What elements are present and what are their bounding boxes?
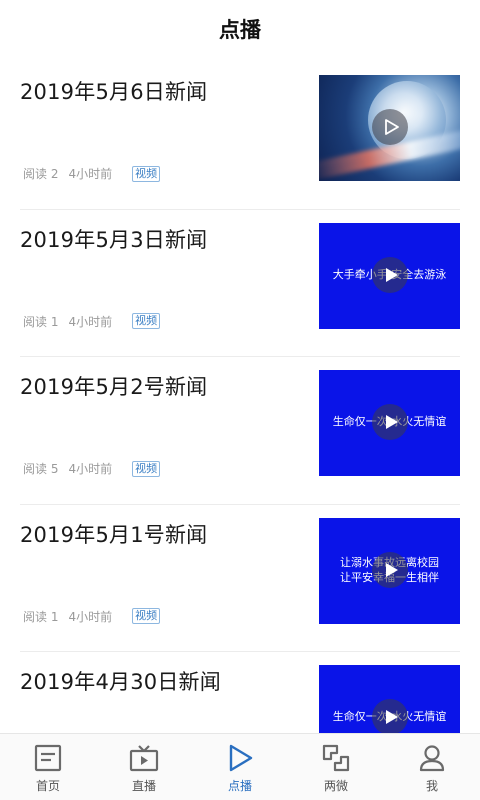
app-root: 点播 2019年5月6日新闻 阅读 2 4小时前 视频 2019年5月3日新闻 … <box>0 0 480 800</box>
list-item[interactable]: 2019年5月3日新闻 阅读 1 4小时前 视频 大手牵小手 安全去游泳 <box>20 210 460 357</box>
list-item[interactable]: 2019年4月30日新闻 生命仅一次 水火无情谊 <box>20 652 460 734</box>
read-count: 阅读 1 <box>23 609 59 624</box>
item-title[interactable]: 2019年5月1号新闻 <box>20 519 207 549</box>
item-meta: 阅读 5 4小时前 视频 <box>23 460 161 477</box>
tab-label: 首页 <box>35 779 60 793</box>
video-badge: 视频 <box>132 165 161 182</box>
item-title[interactable]: 2019年5月3日新闻 <box>20 224 207 254</box>
publish-time: 4小时前 <box>68 167 113 181</box>
play-icon <box>384 119 399 135</box>
news-icon <box>32 742 64 774</box>
tab-social[interactable]: 两微 <box>288 734 384 800</box>
video-thumbnail[interactable]: 生命仅一次 水火无情谊 <box>319 665 460 734</box>
list-item[interactable]: 2019年5月2号新闻 阅读 5 4小时前 视频 生命仅一次 水火无情谊 <box>20 357 460 505</box>
read-count: 阅读 5 <box>23 462 59 476</box>
publish-time: 4小时前 <box>68 462 113 476</box>
tab-label: 我 <box>425 779 438 793</box>
video-thumbnail[interactable]: 让溺水事故远离校园 让平安幸福一生相伴 <box>319 517 460 624</box>
page-title: 点播 <box>219 18 261 42</box>
tab-label: 两微 <box>323 779 348 793</box>
play-icon <box>224 742 256 774</box>
read-count: 阅读 2 <box>23 167 59 181</box>
video-badge: 视频 <box>132 460 161 477</box>
tab-vod[interactable]: 点播 <box>192 734 288 800</box>
tab-home[interactable]: 首页 <box>0 734 96 800</box>
publish-time: 4小时前 <box>68 609 113 624</box>
bottom-tab-bar: 首页 直播 点播 两微 我 <box>0 733 480 800</box>
user-icon <box>416 742 448 774</box>
read-count: 阅读 1 <box>23 314 59 329</box>
play-button[interactable] <box>372 109 408 145</box>
tab-me[interactable]: 我 <box>384 734 480 800</box>
video-thumbnail[interactable]: 大手牵小手 安全去游泳 <box>319 222 460 329</box>
video-badge: 视频 <box>132 313 161 329</box>
play-button[interactable] <box>372 256 408 293</box>
play-button[interactable] <box>372 551 408 588</box>
video-thumbnail[interactable]: 生命仅一次 水火无情谊 <box>319 370 460 476</box>
tab-label: 点播 <box>227 779 252 793</box>
play-button[interactable] <box>372 699 408 734</box>
header-bar: 点播 <box>0 0 480 62</box>
video-badge: 视频 <box>132 608 161 624</box>
share-squares-icon <box>320 742 352 774</box>
tab-live[interactable]: 直播 <box>96 734 192 800</box>
item-title[interactable]: 2019年5月2号新闻 <box>20 371 207 401</box>
item-meta: 阅读 1 4小时前 视频 <box>23 313 161 330</box>
item-meta: 阅读 1 4小时前 视频 <box>23 608 161 625</box>
item-title[interactable]: 2019年5月6日新闻 <box>20 76 207 106</box>
video-feed-list[interactable]: 2019年5月6日新闻 阅读 2 4小时前 视频 2019年5月3日新闻 阅读 <box>0 62 480 734</box>
play-icon <box>385 562 398 577</box>
play-icon <box>385 415 398 429</box>
list-item[interactable]: 2019年5月6日新闻 阅读 2 4小时前 视频 <box>20 62 460 210</box>
publish-time: 4小时前 <box>68 314 113 329</box>
list-item[interactable]: 2019年5月1号新闻 阅读 1 4小时前 视频 让溺水事故远离校园 让平安幸福… <box>20 505 460 652</box>
item-meta: 阅读 2 4小时前 视频 <box>23 165 161 182</box>
play-icon <box>385 710 398 724</box>
video-thumbnail[interactable] <box>319 75 460 181</box>
play-icon <box>385 267 398 282</box>
play-button[interactable] <box>372 404 408 440</box>
tv-icon <box>128 742 160 774</box>
tab-label: 直播 <box>131 779 156 793</box>
item-title[interactable]: 2019年4月30日新闻 <box>20 666 221 696</box>
